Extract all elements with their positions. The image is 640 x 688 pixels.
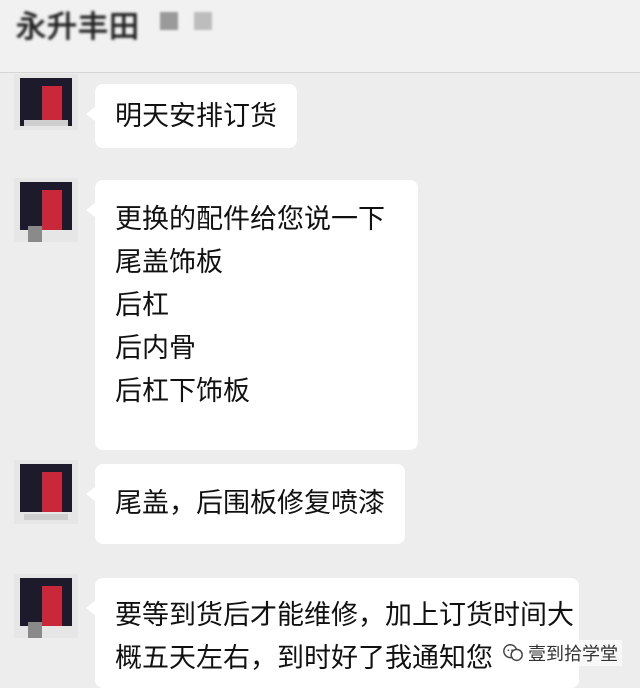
message-bubble: 更换的配件给您说一下 尾盖饰板 后杠 后内骨 后杠下饰板 <box>86 180 418 450</box>
message-text: 明天安排订货 <box>115 101 277 132</box>
watermark: 壹到拾学堂 <box>498 640 622 666</box>
avatar[interactable] <box>14 574 78 638</box>
message-bubble: 明天安排订货 <box>86 84 297 148</box>
watermark-text: 壹到拾学堂 <box>528 644 618 665</box>
message-text: 后杠 <box>115 290 169 321</box>
chat-title: 永升丰田 <box>16 10 140 45</box>
message-text: 尾盖饰板 <box>115 247 223 278</box>
chat-header: 永升丰田 <box>0 0 640 73</box>
message-text: 后杠下饰板 <box>115 376 250 407</box>
wechat-official-account-icon <box>503 644 523 662</box>
message-text: 尾盖，后围板修复喷漆 <box>115 488 385 519</box>
message-text: 概五天左右，到时好了我通知您 <box>115 643 493 674</box>
avatar[interactable] <box>14 74 78 130</box>
avatar[interactable] <box>14 460 78 524</box>
message-bubble: 尾盖，后围板修复喷漆 <box>86 464 405 544</box>
message-text: 后内骨 <box>115 333 196 364</box>
title-redaction <box>194 12 212 30</box>
title-redaction <box>160 12 178 30</box>
message-text: 要等到货后才能维修，加上订货时间大 <box>115 600 574 631</box>
avatar[interactable] <box>14 178 78 242</box>
message-bubble: 要等到货后才能维修，加上订货时间大 概五天左右，到时好了我通知您 <box>86 578 579 688</box>
message-text: 更换的配件给您说一下 <box>115 204 385 235</box>
